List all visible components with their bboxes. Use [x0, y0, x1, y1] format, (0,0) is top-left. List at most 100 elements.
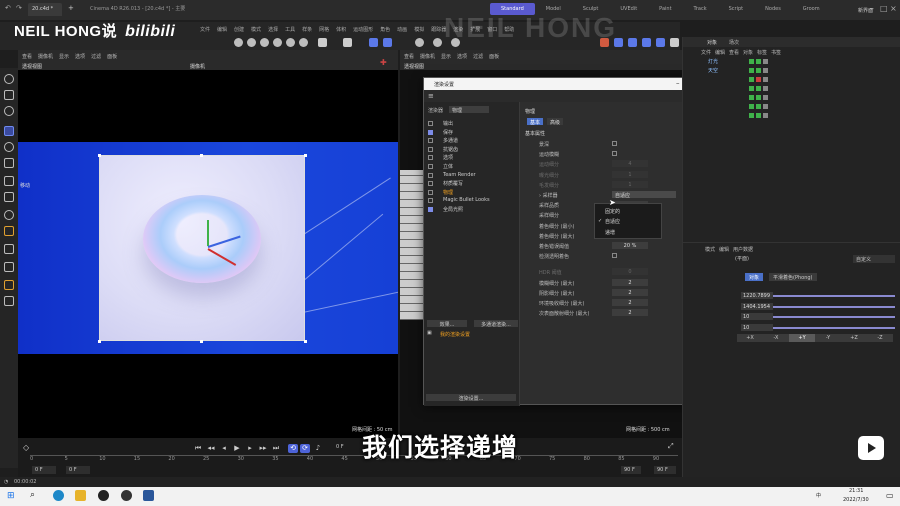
menu-item[interactable]: 文件 — [200, 26, 210, 33]
timeline-ruler[interactable]: 0 5 10 15 20 25 30 35 40 45 50 55 60 65 70 75 80 85 90 — [30, 455, 678, 463]
prev-frame-icon[interactable]: ◂ — [219, 444, 229, 453]
dropdown-option-adaptive[interactable]: 自适应 — [605, 218, 620, 225]
max-frame-field[interactable]: 90 F — [654, 466, 676, 474]
viewport-menu-item[interactable]: 摄像机 — [420, 53, 435, 60]
attribute-value-field[interactable]: 10 — [741, 323, 773, 331]
next-frame-icon[interactable]: ▸ — [245, 444, 255, 453]
tab-phong[interactable]: 平滑着色(Phong) — [769, 273, 817, 281]
property-value[interactable]: 20 % — [612, 242, 648, 249]
preset-dropdown[interactable]: 自定义 — [853, 255, 895, 263]
hamburger-icon[interactable]: ≡ — [428, 92, 434, 100]
render-settings-button[interactable]: 渲染设置... — [426, 394, 516, 402]
object-menu-item[interactable]: 对象 — [743, 49, 753, 56]
viewport-menu-item[interactable]: 过滤 — [473, 53, 483, 60]
tool-icon[interactable] — [273, 38, 282, 47]
plane-handle[interactable] — [98, 154, 101, 157]
tab-objects[interactable]: 对象 — [707, 39, 717, 46]
effect-item[interactable]: 选项 — [428, 154, 518, 162]
edge-icon[interactable] — [53, 490, 64, 501]
effect-item[interactable]: 保存 — [428, 129, 518, 137]
property-checkbox[interactable] — [612, 253, 617, 259]
tab-advanced[interactable]: 高级 — [547, 118, 564, 126]
live-select-icon[interactable] — [4, 90, 14, 100]
keyframe-icon[interactable]: ◇ — [23, 443, 29, 452]
plane-handle[interactable] — [98, 340, 101, 343]
visible-icon[interactable] — [749, 68, 754, 73]
tool-icon[interactable] — [286, 38, 295, 47]
property-value[interactable]: 2 — [612, 278, 648, 286]
renderer-dropdown[interactable]: 物理 — [449, 106, 490, 114]
tab-basic[interactable]: 基本 — [527, 118, 544, 126]
property-checkbox[interactable] — [612, 151, 617, 157]
plane-handle[interactable] — [304, 154, 307, 157]
effect-checkbox[interactable] — [428, 129, 433, 135]
menu-item[interactable]: 编辑 — [217, 26, 227, 33]
visible-icon[interactable] — [749, 95, 754, 100]
layout-tab[interactable]: Groom — [792, 3, 831, 15]
axis-button[interactable]: +Y — [789, 334, 815, 342]
dialog-minimize-icon[interactable]: – — [676, 79, 680, 87]
layout-tab[interactable]: Nodes — [754, 3, 792, 15]
start-frame-field[interactable]: 0 F — [32, 466, 56, 474]
property-value[interactable]: 0 — [612, 268, 648, 276]
effect-checkbox[interactable] — [428, 164, 433, 169]
render-icon[interactable] — [756, 113, 761, 118]
viewport-menu-item[interactable]: 面板 — [107, 53, 117, 60]
object-menu-item[interactable]: 查看 — [729, 49, 739, 56]
scale-icon[interactable] — [4, 158, 14, 168]
dropdown-option-fixed[interactable]: 固定的 — [605, 208, 620, 215]
visible-icon[interactable] — [749, 104, 754, 109]
redo-icon[interactable]: ↷ — [16, 4, 22, 12]
menu-item[interactable]: 网格 — [319, 26, 329, 33]
select-icon[interactable] — [4, 74, 14, 84]
axis-y-handle[interactable] — [207, 220, 209, 246]
sound-icon[interactable]: ♪ — [313, 444, 323, 453]
axis-button[interactable]: +X — [737, 334, 763, 342]
viewport[interactable]: 移动 网格间距 : 50 cm — [18, 70, 398, 438]
goto-start-icon[interactable]: ⏮ — [193, 444, 203, 453]
menu-item[interactable]: 选择 — [268, 26, 278, 33]
menu-item[interactable]: 样条 — [302, 26, 312, 33]
points-mode-icon[interactable] — [4, 226, 14, 236]
tag-icon[interactable] — [763, 104, 768, 109]
loop-icon[interactable]: ⟲ — [288, 444, 298, 453]
camera-icon[interactable] — [670, 38, 679, 47]
viewport-camera[interactable]: 摄像机 — [190, 63, 205, 70]
current-frame-display[interactable]: 0 F — [336, 444, 344, 450]
snap-icon[interactable] — [318, 38, 327, 47]
object-row[interactable] — [693, 103, 783, 111]
render-icon[interactable] — [756, 104, 761, 109]
render-icon[interactable] — [415, 38, 424, 47]
plane-handle[interactable] — [304, 340, 307, 343]
viewport-menu-item[interactable]: 过滤 — [91, 53, 101, 60]
effect-item[interactable]: Team Render — [428, 172, 518, 180]
maximize-icon[interactable]: □ — [880, 4, 888, 13]
effect-item[interactable]: 全局光照 — [428, 206, 518, 214]
paint-icon[interactable] — [4, 280, 14, 290]
object-row[interactable] — [693, 112, 783, 120]
layout-tab[interactable]: Paint — [648, 3, 682, 15]
property-value[interactable]: 2 — [612, 299, 648, 306]
effect-checkbox[interactable] — [428, 146, 433, 152]
magnet-tool-icon[interactable] — [4, 210, 14, 220]
viewport-menu-item[interactable]: 查看 — [404, 53, 414, 60]
menu-item[interactable]: 角色 — [380, 26, 390, 33]
move-icon[interactable] — [4, 126, 14, 136]
object-row[interactable] — [693, 76, 783, 84]
effect-item[interactable]: 抗锯齿 — [428, 146, 518, 154]
attribute-menu-item[interactable]: 模式 — [705, 246, 715, 253]
attribute-slider[interactable] — [773, 326, 895, 329]
dropdown-option-progressive[interactable]: 递增 — [605, 229, 615, 236]
new-tab-icon[interactable]: + — [68, 4, 74, 12]
effect-checkbox[interactable] — [428, 189, 433, 195]
visible-icon[interactable] — [749, 77, 754, 82]
axis-button[interactable]: -Y — [815, 334, 841, 342]
plane-handle[interactable] — [200, 154, 203, 157]
tab-takes[interactable]: 场次 — [729, 39, 739, 46]
grid-snap-icon[interactable] — [369, 38, 378, 47]
menu-arrow-icon[interactable]: ↶ — [5, 4, 11, 12]
object-menu-item[interactable]: 编辑 — [715, 49, 725, 56]
effect-checkbox[interactable] — [428, 198, 433, 204]
effect-item[interactable]: Magic Bullet Looks — [428, 197, 518, 205]
rotate-icon[interactable] — [4, 142, 14, 152]
